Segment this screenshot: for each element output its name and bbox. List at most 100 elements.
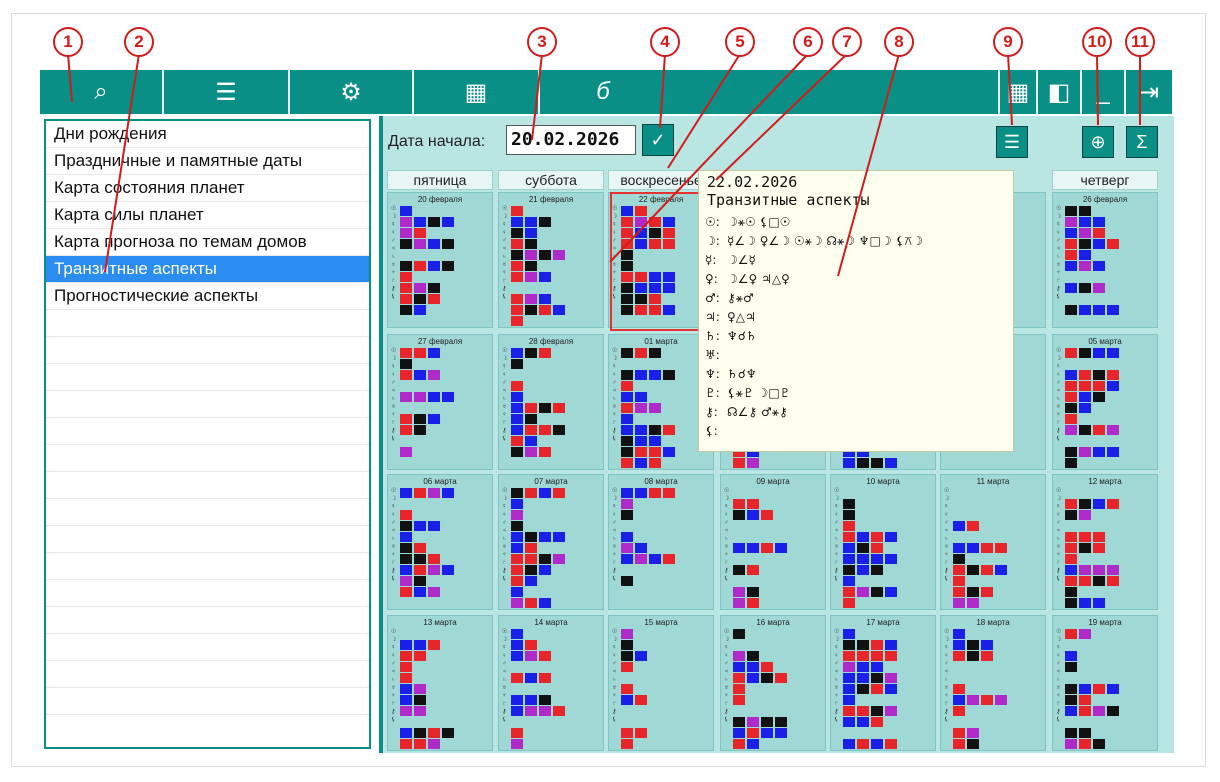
aspect-chip	[400, 425, 412, 435]
calendar-day-cell[interactable]: 14 марта ☉ ☽ ☿ ♀ ♂ ♃ ♄ ♅ ♆ ♇ ⚷ ⚸	[498, 615, 604, 751]
tooltip-aspects: ⚷⚹♂	[727, 291, 754, 305]
day-date-label: 26 февраля	[1082, 195, 1128, 204]
calendar-day-cell[interactable]: 16 марта ☉ ☽ ☿ ♀ ♂ ♃ ♄ ♅ ♆ ♇ ⚷ ⚸	[720, 615, 826, 751]
calendar-day-cell[interactable]: 07 марта ☉ ☽ ☿ ♀ ♂ ♃ ♄ ♅ ♆ ♇ ⚷ ⚸	[498, 474, 604, 610]
minimize-icon[interactable]: _	[1082, 70, 1126, 114]
aspect-chip	[400, 488, 412, 498]
aspect-chip	[428, 283, 440, 293]
report-item-birthdays[interactable]: Дни рождения	[46, 121, 369, 148]
list-icon[interactable]: ☰	[164, 70, 290, 114]
report-list-icon[interactable]: ☰	[996, 126, 1028, 158]
aspect-chip	[1065, 283, 1077, 293]
aspect-chip	[953, 651, 965, 661]
aspect-chip	[843, 706, 855, 716]
aspect-chip	[857, 717, 869, 727]
aspect-chip	[525, 228, 537, 238]
date-picker-icon[interactable]: ✓	[642, 124, 674, 156]
tooltip-aspects: ♆☌♄	[727, 329, 757, 343]
aspect-chip	[733, 662, 745, 672]
aspect-chip	[967, 695, 979, 705]
aspect-chip	[400, 662, 412, 672]
aspect-chip	[414, 488, 426, 498]
calendar-day-cell[interactable]: 21 февраля ☉ ☽ ☿ ♀ ♂ ♃ ♄ ♅ ♆ ♇ ⚷ ⚸	[498, 192, 604, 328]
tooltip-planet: ♃:	[705, 310, 720, 324]
start-date-input[interactable]: 20.02.2026	[506, 125, 636, 155]
aspect-chip	[1107, 348, 1119, 358]
calendar-day-cell[interactable]: 10 марта ☉ ☽ ☿ ♀ ♂ ♃ ♄ ♅ ♆ ♇ ⚷ ⚸	[830, 474, 936, 610]
aspect-chip	[1079, 261, 1091, 271]
aspect-chip	[621, 662, 633, 672]
report-item-holidays[interactable]: Праздничные и памятные даты	[46, 148, 369, 175]
search-data-icon[interactable]: ⌕	[40, 70, 164, 114]
aspect-chip	[553, 488, 565, 498]
aspect-chip	[400, 640, 412, 650]
calendar-day-cell[interactable]: 20 февраля ☉ ☽ ☿ ♀ ♂ ♃ ♄ ♅ ♆ ♇ ⚷ ⚸	[387, 192, 493, 328]
calendar-day-cell[interactable]: 09 марта ☉ ☽ ☿ ♀ ♂ ♃ ♄ ♅ ♆ ♇ ⚷ ⚸	[720, 474, 826, 610]
aspect-chip	[428, 370, 440, 380]
aspect-chip	[953, 587, 965, 597]
chart-target-icon[interactable]: ⊕	[1082, 126, 1114, 158]
aspect-chip	[1107, 576, 1119, 586]
aspect-chip	[635, 370, 647, 380]
aspect-chip	[1065, 739, 1077, 749]
calendar-day-cell[interactable]: 27 февраля ☉ ☽ ☿ ♀ ♂ ♃ ♄ ♅ ♆ ♇ ⚷ ⚸	[387, 334, 493, 470]
report-item-house-forecast[interactable]: Карта прогноза по темам домов	[46, 229, 369, 256]
aspect-chip	[442, 728, 454, 738]
aspect-chip	[885, 458, 897, 468]
calendar-day-cell[interactable]: 18 марта ☉ ☽ ☿ ♀ ♂ ♃ ♄ ♅ ♆ ♇ ⚷ ⚸	[940, 615, 1046, 751]
logo-icon[interactable]: б	[540, 70, 666, 114]
aspect-chip	[843, 598, 855, 608]
callout-2: 2	[124, 27, 154, 57]
report-item-planet-state[interactable]: Карта состояния планет	[46, 175, 369, 202]
calendar-day-cell[interactable]: 28 февраля ☉ ☽ ☿ ♀ ♂ ♃ ♄ ♅ ♆ ♇ ⚷ ⚸	[498, 334, 604, 470]
report-item-planet-strength[interactable]: Карта силы планет	[46, 202, 369, 229]
report-item-transit-aspects[interactable]: Транзитные аспекты	[46, 256, 369, 283]
aspect-chip	[511, 488, 523, 498]
aspect-chip	[400, 510, 412, 520]
calendar-day-cell[interactable]: 08 марта ☉ ☽ ☿ ♀ ♂ ♃ ♄ ♅ ♆ ♇ ⚷ ⚸	[608, 474, 714, 610]
aspect-chip	[511, 543, 523, 553]
aspect-chip	[857, 640, 869, 650]
calendar-day-cell[interactable]: 26 февраля ☉ ☽ ☿ ♀ ♂ ♃ ♄ ♅ ♆ ♇ ⚷ ⚸	[1052, 192, 1158, 328]
aspect-chip	[400, 543, 412, 553]
aspect-chip	[857, 739, 869, 749]
planet-column: ☉☽☿♀♂♃♄♅♆♇⚷⚸	[391, 629, 396, 723]
calendar-day-cell[interactable]: 19 марта ☉ ☽ ☿ ♀ ♂ ♃ ♄ ♅ ♆ ♇ ⚷ ⚸	[1052, 615, 1158, 751]
summary-sigma-icon[interactable]: Σ	[1126, 126, 1158, 158]
aspect-chip	[525, 294, 537, 304]
aspect-chip	[511, 587, 523, 597]
calendar-day-cell[interactable]: 15 марта ☉ ☽ ☿ ♀ ♂ ♃ ♄ ♅ ♆ ♇ ⚷ ⚸	[608, 615, 714, 751]
day-date-label: 18 марта	[976, 618, 1010, 627]
aspect-chip	[995, 565, 1007, 575]
aspect-chip	[1093, 348, 1105, 358]
grid-view-icon[interactable]: ▦	[998, 70, 1038, 114]
aspect-chip	[747, 717, 759, 727]
aspect-chip	[442, 565, 454, 575]
aspect-chip	[953, 543, 965, 553]
aspect-chip	[428, 414, 440, 424]
aspect-chip	[649, 403, 661, 413]
day-date-label: 13 марта	[423, 618, 457, 627]
calculator-icon[interactable]: ▦	[414, 70, 540, 114]
report-item-prognostic-aspects[interactable]: Прогностические аспекты	[46, 283, 369, 310]
aspect-chip	[1065, 447, 1077, 457]
split-view-icon[interactable]: ◧	[1038, 70, 1082, 114]
calendar-day-cell[interactable]: 05 марта ☉ ☽ ☿ ♀ ♂ ♃ ♄ ♅ ♆ ♇ ⚷ ⚸	[1052, 334, 1158, 470]
aspect-chip	[621, 576, 633, 586]
calendar-day-cell[interactable]: 17 марта ☉ ☽ ☿ ♀ ♂ ♃ ♄ ♅ ♆ ♇ ⚷ ⚸	[830, 615, 936, 751]
aspect-chip	[747, 598, 759, 608]
aspect-chip	[525, 565, 537, 575]
exit-icon[interactable]: ⇥	[1126, 70, 1172, 114]
callout-9: 9	[993, 27, 1023, 57]
calendar-day-cell[interactable]: 13 марта ☉ ☽ ☿ ♀ ♂ ♃ ♄ ♅ ♆ ♇ ⚷ ⚸	[387, 615, 493, 751]
aspect-chip	[1107, 499, 1119, 509]
calendar-day-cell[interactable]: 12 марта ☉ ☽ ☿ ♀ ♂ ♃ ♄ ♅ ♆ ♇ ⚷ ⚸	[1052, 474, 1158, 610]
aspect-chip	[525, 488, 537, 498]
calendar-day-cell[interactable]: 11 марта ☉ ☽ ☿ ♀ ♂ ♃ ♄ ♅ ♆ ♇ ⚷ ⚸	[940, 474, 1046, 610]
gear-icon[interactable]: ⚙	[290, 70, 414, 114]
aspect-chip	[1093, 217, 1105, 227]
aspect-chip	[400, 554, 412, 564]
aspect-chip	[414, 695, 426, 705]
aspect-chip	[1065, 458, 1077, 468]
calendar-day-cell[interactable]: 06 марта ☉ ☽ ☿ ♀ ♂ ♃ ♄ ♅ ♆ ♇ ⚷ ⚸	[387, 474, 493, 610]
